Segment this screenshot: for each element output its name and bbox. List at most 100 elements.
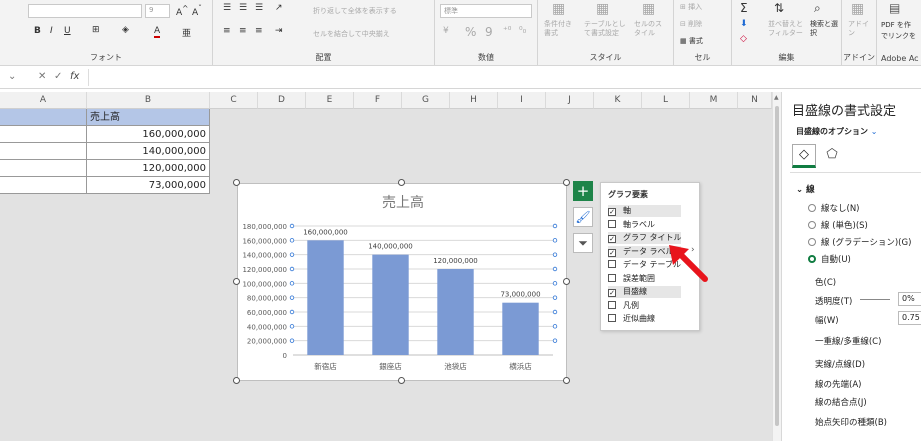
comma-icon[interactable]: 9 xyxy=(485,25,493,39)
chart-bar[interactable] xyxy=(372,254,409,355)
checkbox-checked-icon[interactable]: ✓ xyxy=(608,235,616,243)
no-line-radio[interactable]: 線なし(N) xyxy=(808,202,860,214)
table-format-icon[interactable]: ▦ xyxy=(596,1,609,17)
sort-filter-icon[interactable]: ⇅ xyxy=(774,1,784,15)
gradient-line-radio[interactable]: 線 (グラデーション)(G) xyxy=(808,236,911,248)
column-header-a[interactable]: A xyxy=(0,92,87,109)
fill-color-icon[interactable]: ◈ xyxy=(122,25,129,35)
cell-a5[interactable] xyxy=(0,177,87,194)
column-header-i[interactable]: I xyxy=(498,92,546,109)
chart-elements-button[interactable]: + xyxy=(573,181,593,201)
border-icon[interactable]: ⊞ xyxy=(92,25,100,35)
chart-resize-handle-bl[interactable] xyxy=(233,377,240,384)
cancel-icon[interactable]: ✕ xyxy=(38,71,46,82)
cell-a2[interactable] xyxy=(0,126,87,143)
data-label[interactable]: 73,000,000 xyxy=(500,291,540,299)
indent-icon[interactable]: ⇥ xyxy=(275,26,283,36)
chart-bar[interactable] xyxy=(502,302,539,355)
find-select-icon[interactable]: ⌕ xyxy=(814,1,821,16)
increase-decimal-icon[interactable]: ⁺⁰ xyxy=(503,26,511,36)
gridline-options-dropdown[interactable]: 目盛線のオプション ⌄ xyxy=(796,126,878,137)
column-header-b[interactable]: B xyxy=(87,92,210,109)
fx-button[interactable]: fx xyxy=(70,71,79,82)
chart-styles-button[interactable]: 🖌 xyxy=(573,207,593,227)
pdf-link-button[interactable]: でリンクを xyxy=(881,31,916,41)
fill-icon[interactable]: ⬇ xyxy=(740,19,748,29)
chart-bar[interactable] xyxy=(307,240,344,355)
checkbox-icon[interactable] xyxy=(608,300,616,309)
namebox-dropdown-icon[interactable]: ⌄ xyxy=(8,71,16,82)
transparency-slider[interactable] xyxy=(860,299,890,300)
addins-icon[interactable]: ▦ xyxy=(851,1,864,17)
column-header-j[interactable]: J xyxy=(546,92,594,109)
chart-resize-handle-br[interactable] xyxy=(563,377,570,384)
width-input[interactable]: 0.75 xyxy=(898,311,921,325)
chart-element-item[interactable]: 凡例 xyxy=(608,300,681,312)
column-header-h[interactable]: H xyxy=(450,92,498,109)
x-axis-ticks[interactable]: 新宿店 銀座店 池袋店 横浜店 xyxy=(314,361,532,371)
enter-icon[interactable]: ✓ xyxy=(54,71,62,82)
align-right-icon[interactable]: ≡ xyxy=(255,26,263,36)
align-bottom-icon[interactable]: ☰ xyxy=(255,3,263,13)
column-header-g[interactable]: G xyxy=(402,92,450,109)
solid-line-radio[interactable]: 線 (単色)(S) xyxy=(808,219,868,231)
checkbox-icon[interactable] xyxy=(608,273,616,282)
cell-b2[interactable]: 160,000,000 xyxy=(87,126,210,143)
bold-button[interactable]: B xyxy=(34,26,41,36)
cell-styles-icon[interactable]: ▦ xyxy=(642,1,655,17)
chart-resize-handle-tr[interactable] xyxy=(563,179,570,186)
column-header-l[interactable]: L xyxy=(642,92,690,109)
cell-a3[interactable] xyxy=(0,143,87,160)
italic-button[interactable]: I xyxy=(50,26,53,36)
auto-line-radio[interactable]: 自動(U) xyxy=(808,253,851,265)
column-header-f[interactable]: F xyxy=(354,92,402,109)
checkbox-checked-icon[interactable]: ✓ xyxy=(608,289,616,297)
chart-filter-button[interactable]: ⏷ xyxy=(573,233,593,253)
percent-icon[interactable]: % xyxy=(465,25,476,39)
align-top-icon[interactable]: ☰ xyxy=(223,3,231,13)
column-header-k[interactable]: K xyxy=(594,92,642,109)
table-format-button[interactable]: テーブルとして書式設定 xyxy=(584,20,628,38)
sort-filter-button[interactable]: 並べ替えとフィルター xyxy=(768,20,804,38)
scroll-thumb[interactable] xyxy=(775,106,779,426)
format-button[interactable]: ▦ 書式 xyxy=(680,36,703,46)
chart-title[interactable]: 売上高 xyxy=(382,194,424,211)
pdf-create-button[interactable]: PDF を作 xyxy=(881,20,911,30)
effects-tab[interactable]: ⬠ xyxy=(822,145,842,167)
pdf-icon[interactable]: ▤ xyxy=(889,1,900,15)
clear-icon[interactable]: ◇ xyxy=(740,34,747,44)
chart-resize-handle-b[interactable] xyxy=(398,377,405,384)
find-select-button[interactable]: 検索と選択 xyxy=(810,20,840,38)
column-header-m[interactable]: M xyxy=(690,92,738,109)
delete-button[interactable]: ⊟ 削除 xyxy=(680,19,702,29)
checkbox-icon[interactable] xyxy=(608,314,616,322)
line-section-header[interactable]: ⌄ 線 xyxy=(796,183,815,195)
column-header-e[interactable]: E xyxy=(306,92,354,109)
y-axis-ticks[interactable]: 0 20,000,000 40,000,000 60,000,000 80,000,00… xyxy=(242,223,287,360)
cell-b3[interactable]: 140,000,000 xyxy=(87,143,210,160)
scroll-up-icon[interactable]: ▲ xyxy=(774,94,779,101)
align-left-icon[interactable]: ≡ xyxy=(223,26,231,36)
column-header-c[interactable]: C xyxy=(210,92,258,109)
decrease-decimal-icon[interactable]: ⁰₀ xyxy=(519,26,526,36)
chart-bar[interactable] xyxy=(437,269,474,355)
underline-button[interactable]: U xyxy=(64,26,71,36)
cell-a1[interactable] xyxy=(0,109,87,126)
transparency-input[interactable]: 0% xyxy=(898,292,921,306)
vertical-scrollbar[interactable]: ▲ xyxy=(772,92,781,441)
data-label[interactable]: 160,000,000 xyxy=(303,228,348,236)
chart-element-item[interactable]: 軸ラベル xyxy=(608,219,681,231)
phonetic-icon[interactable]: 亜 xyxy=(182,26,191,39)
data-label[interactable]: 120,000,000 xyxy=(433,257,478,265)
checkbox-checked-icon[interactable]: ✓ xyxy=(608,248,616,257)
font-color-icon[interactable]: A xyxy=(154,26,161,38)
chart-resize-handle-t[interactable] xyxy=(398,179,405,186)
font-size-box[interactable]: 9 xyxy=(145,4,170,18)
font-name-box[interactable] xyxy=(28,4,142,18)
wrap-text-button[interactable]: 折り返して全体を表示する xyxy=(313,6,397,16)
cell-b5[interactable]: 73,000,000 xyxy=(87,177,210,194)
chart-area[interactable]: 売上高 0 20,000,000 40,000,000 60,000,000 80,00… xyxy=(237,183,567,381)
formula-input[interactable] xyxy=(88,69,918,86)
number-format-box[interactable]: 標準 xyxy=(440,4,532,18)
checkbox-icon[interactable] xyxy=(608,219,616,228)
